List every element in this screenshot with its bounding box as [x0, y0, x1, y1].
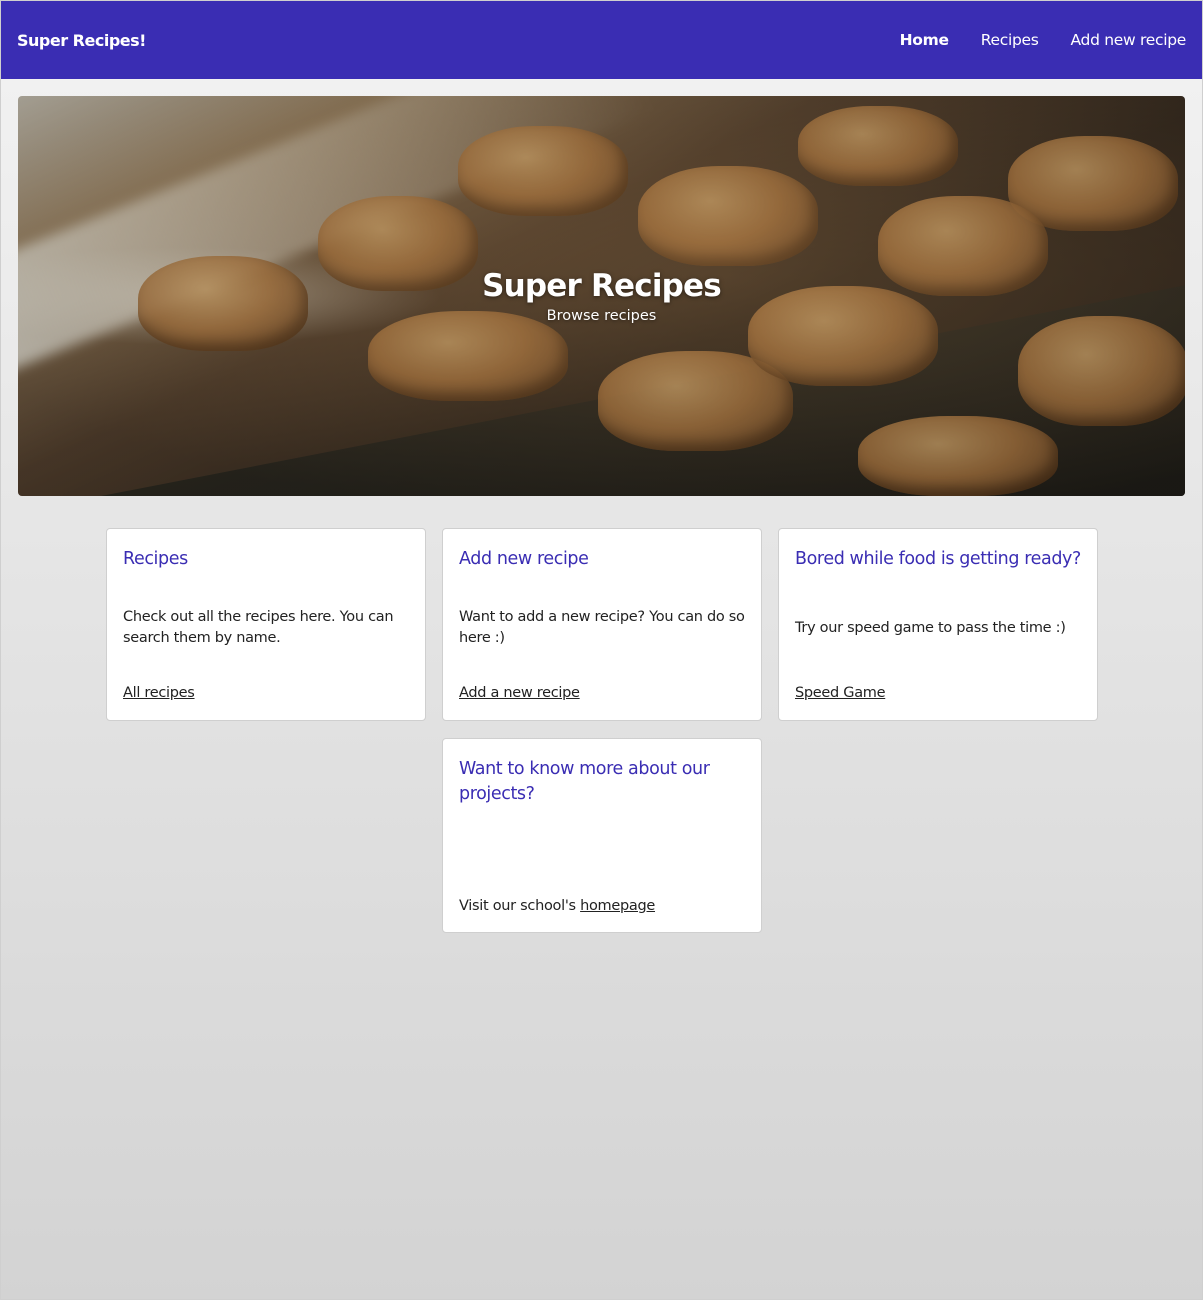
card-title: Bored while food is getting ready?	[795, 549, 1081, 569]
hero-subtitle: Browse recipes	[546, 308, 657, 324]
top-navbar: Super Recipes! Home Recipes Add new reci…	[1, 1, 1202, 79]
nav-add-recipe-link[interactable]: Add new recipe	[1071, 31, 1187, 49]
card-title: Recipes	[123, 549, 188, 569]
speed-game-link[interactable]: Speed Game	[795, 685, 1081, 701]
school-projects-card: Want to know more about our projects? Vi…	[442, 738, 762, 933]
all-recipes-link[interactable]: All recipes	[123, 685, 409, 701]
card-body: Check out all the recipes here. You can …	[123, 609, 394, 646]
card-body-prefix: Visit our school's	[459, 898, 576, 914]
card-title: Add new recipe	[459, 549, 589, 569]
hero-text: Super Recipes Browse recipes	[18, 268, 1185, 324]
recipes-card: Recipes Check out all the recipes here. …	[106, 528, 426, 721]
school-homepage-link[interactable]: homepage	[580, 898, 655, 914]
card-body: Try our speed game to pass the time :)	[795, 620, 1066, 636]
card-title: Want to know more about our projects?	[459, 759, 710, 804]
speed-game-card: Bored while food is getting ready? Try o…	[778, 528, 1098, 721]
nav-home-link[interactable]: Home	[900, 31, 949, 49]
hero-title: Super Recipes	[482, 268, 722, 304]
nav-links: Home Recipes Add new recipe	[900, 31, 1187, 49]
brand-link[interactable]: Super Recipes!	[17, 31, 146, 50]
add-recipe-card: Add new recipe Want to add a new recipe?…	[442, 528, 762, 721]
card-footer-text: Visit our school's homepage	[459, 896, 745, 917]
hero-banner: Super Recipes Browse recipes	[18, 96, 1185, 496]
add-new-recipe-link[interactable]: Add a new recipe	[459, 685, 745, 701]
nav-recipes-link[interactable]: Recipes	[981, 31, 1039, 49]
card-body: Want to add a new recipe? You can do so …	[459, 609, 745, 646]
